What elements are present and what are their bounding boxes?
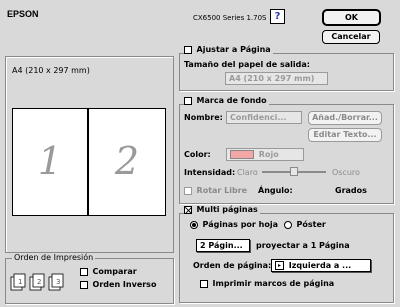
print-order-title: Orden de Impresión bbox=[12, 253, 96, 262]
multipage-checkbox[interactable] bbox=[184, 205, 192, 214]
watermark-name-value: Confidenci... bbox=[230, 113, 287, 122]
page-order-arrow-icon: ▸ bbox=[275, 261, 284, 270]
color-value: Rojo bbox=[258, 150, 279, 159]
preview-page-1: 1 bbox=[12, 108, 88, 216]
rotate-free-option[interactable]: Rotar Libre bbox=[184, 186, 247, 195]
fit-to-page-label: Ajustar a Página bbox=[196, 45, 271, 54]
watermark-name-label: Nombre: bbox=[184, 113, 223, 122]
intensity-slider[interactable] bbox=[262, 167, 326, 177]
printer-model-label: CX6500 Series 1.70S bbox=[193, 14, 267, 22]
cancel-button[interactable]: Cancelar bbox=[322, 30, 380, 44]
intensity-dark-label: Oscuro bbox=[332, 168, 360, 177]
fit-to-page-checkbox[interactable] bbox=[184, 45, 192, 54]
svg-text:3: 3 bbox=[56, 278, 60, 286]
color-select[interactable]: Rojo bbox=[226, 148, 304, 161]
project-to-page-label: proyectar a 1 Página bbox=[256, 241, 350, 250]
print-borders-checkbox[interactable] bbox=[200, 279, 208, 288]
print-borders-label: Imprimir marcos de página bbox=[212, 279, 335, 288]
output-paper-size-value: A4 (210 x 297 mm) bbox=[229, 74, 315, 83]
output-paper-size-select[interactable]: A4 (210 x 297 mm) bbox=[225, 72, 328, 85]
page-number-1: 1 bbox=[37, 139, 63, 183]
multipage-option[interactable]: Multi páginas bbox=[184, 205, 260, 214]
page-order-value: Izquierda a ... bbox=[288, 261, 352, 270]
watermark-option[interactable]: Marca de fondo bbox=[184, 96, 269, 105]
intensity-label: Intensidad: bbox=[184, 168, 236, 177]
reverse-order-checkbox[interactable] bbox=[80, 280, 88, 289]
edit-text-button[interactable]: Editar Texto... bbox=[308, 128, 382, 142]
page-order-select[interactable]: ▸ Izquierda a ... bbox=[271, 259, 371, 272]
help-icon[interactable]: ? bbox=[270, 9, 285, 24]
svg-text:2: 2 bbox=[37, 278, 41, 286]
reverse-order-option[interactable]: Orden Inverso bbox=[80, 280, 156, 289]
pages-per-sheet-option[interactable]: Páginas por hoja bbox=[190, 220, 278, 229]
angle-label: Ángulo: bbox=[258, 186, 293, 195]
preview-page-2: 2 bbox=[88, 108, 166, 216]
poster-label: Póster bbox=[296, 220, 326, 229]
ok-button[interactable]: OK bbox=[322, 9, 381, 26]
watermark-label: Marca de fondo bbox=[196, 96, 267, 105]
rotate-free-label: Rotar Libre bbox=[196, 186, 248, 195]
print-borders-option[interactable]: Imprimir marcos de página bbox=[200, 279, 334, 288]
collate-option[interactable]: Comparar bbox=[80, 267, 137, 276]
degrees-label: Grados bbox=[335, 186, 367, 195]
color-label: Color: bbox=[184, 150, 211, 159]
add-delete-button[interactable]: Añad./Borrar... bbox=[308, 111, 382, 125]
print-order-icon: 1 2 3 bbox=[10, 268, 70, 292]
page-number-2: 2 bbox=[114, 139, 140, 183]
watermark-checkbox[interactable] bbox=[184, 96, 192, 105]
pages-count-select[interactable]: 2 Págin... bbox=[196, 239, 250, 252]
intensity-light-label: Claro bbox=[237, 168, 258, 177]
multipage-label: Multi páginas bbox=[196, 205, 258, 214]
collate-checkbox[interactable] bbox=[80, 267, 88, 276]
collate-label: Comparar bbox=[92, 267, 137, 276]
watermark-name-select[interactable]: Confidenci... bbox=[226, 111, 302, 124]
epson-logo: EPSON bbox=[7, 9, 39, 19]
poster-option[interactable]: Póster bbox=[284, 220, 326, 229]
reverse-order-label: Orden Inverso bbox=[92, 280, 157, 289]
paper-size-preview-label: A4 (210 x 297 mm) bbox=[12, 66, 90, 75]
pages-count-value: 2 Págin... bbox=[200, 241, 243, 250]
pages-per-sheet-label: Páginas por hoja bbox=[202, 220, 278, 229]
poster-radio[interactable] bbox=[284, 220, 292, 229]
color-swatch bbox=[230, 150, 254, 159]
intensity-slider-thumb[interactable] bbox=[290, 167, 298, 176]
fit-to-page-option[interactable]: Ajustar a Página bbox=[184, 45, 273, 54]
svg-text:1: 1 bbox=[18, 278, 22, 286]
rotate-free-checkbox[interactable] bbox=[184, 186, 192, 195]
output-paper-size-label: Tamaño del papel de salida: bbox=[184, 60, 310, 69]
page-order-label: Orden de página: bbox=[193, 261, 272, 270]
pages-per-sheet-radio[interactable] bbox=[190, 220, 198, 229]
